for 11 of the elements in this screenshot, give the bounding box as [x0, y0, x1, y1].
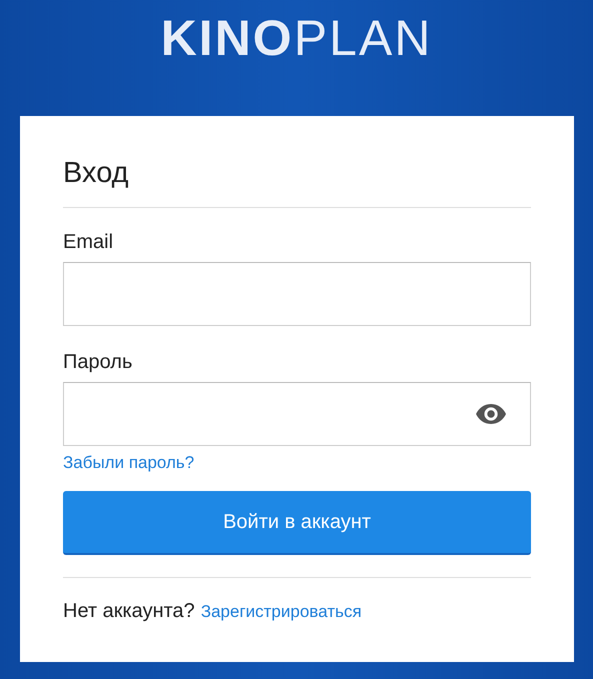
logo: KINOPLAN — [160, 9, 432, 68]
login-button[interactable]: Войти в аккаунт — [63, 491, 531, 555]
field-label: Пароль — [63, 350, 134, 374]
register-link[interactable]: Зарегистрироваться — [200, 602, 362, 622]
email-field[interactable] — [63, 262, 531, 326]
field-label: Email — [63, 230, 114, 254]
forgot-password-link[interactable]: Забыли пароль? — [63, 453, 194, 473]
password-field[interactable] — [63, 382, 531, 446]
footer-text: Нет аккаунта? — [63, 600, 195, 623]
eye-icon[interactable] — [476, 404, 506, 424]
form-title: Вход — [63, 156, 130, 190]
